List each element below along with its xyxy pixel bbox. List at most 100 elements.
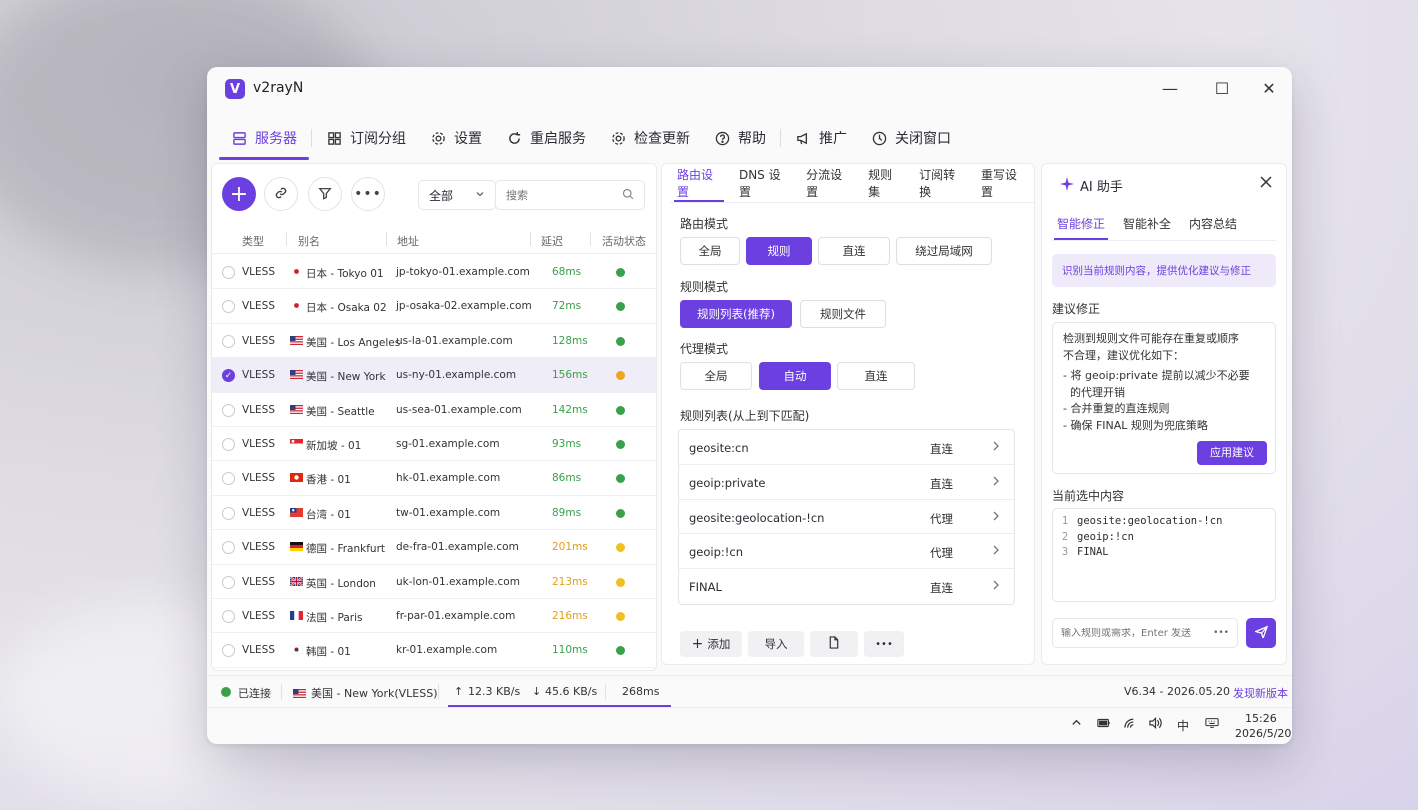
table-row[interactable]: VLESS 美国 - Seattle us-sea-01.example.com… (212, 393, 656, 427)
col-address[interactable]: 地址 (397, 233, 419, 249)
route-mode-option[interactable]: 全局 (680, 237, 740, 265)
rule-row[interactable]: geosite:geolocation-!cn 代理 (679, 500, 1014, 535)
menu-restart[interactable]: 重启服务 (494, 117, 598, 159)
ai-close-button[interactable] (1260, 176, 1272, 191)
table-row[interactable]: ✓ VLESS 美国 - New York us-ny-01.example.c… (212, 358, 656, 393)
menu-update-label: 检查更新 (634, 131, 690, 147)
close-button[interactable]: ✕ (1256, 76, 1282, 100)
col-type[interactable]: 类型 (242, 233, 264, 249)
search-input[interactable] (506, 188, 606, 202)
menu-subscriptions[interactable]: 订阅分组 (314, 117, 418, 159)
chat-input[interactable] (1061, 627, 1211, 639)
fr-flag-icon (290, 610, 303, 620)
filter-button[interactable] (308, 177, 342, 211)
row-type: VLESS (242, 266, 275, 278)
menu-servers[interactable]: 服务器 (219, 117, 309, 160)
proxy-mode-option[interactable]: 全局 (680, 362, 752, 390)
row-select-radio[interactable] (222, 644, 235, 658)
proxy-mode-option[interactable]: 自动 (759, 362, 831, 390)
filter-icon (318, 186, 332, 203)
ime-indicator[interactable]: 中 (1177, 717, 1189, 734)
suggest-text: 检测到规则文件可能存在重复或顺序 (1063, 332, 1239, 345)
us-flag-icon (290, 335, 303, 345)
link-button[interactable] (264, 177, 298, 211)
menu-settings[interactable]: 设置 (418, 117, 494, 159)
row-select-radio[interactable] (222, 403, 235, 417)
current-server[interactable]: 美国 - New York(VLESS) (311, 685, 437, 701)
row-select-radio[interactable] (222, 472, 235, 486)
table-row[interactable]: VLESS 日本 - Osaka 02 jp-osaka-02.example.… (212, 289, 656, 324)
clock-time[interactable]: 15:26 (1245, 712, 1277, 725)
menu-update[interactable]: 检查更新 (598, 117, 702, 159)
restart-icon (506, 130, 522, 146)
row-select-radio[interactable] (222, 575, 235, 589)
table-row[interactable]: VLESS 香港 - 01 hk-01.example.com 86ms (212, 461, 656, 496)
table-row[interactable]: VLESS 台湾 - 01 tw-01.example.com 89ms (212, 496, 656, 531)
row-address: jp-tokyo-01.example.com (396, 266, 530, 278)
group-filter-select[interactable]: 全部 (418, 180, 496, 210)
route-mode-option[interactable]: 绕过局域网 (896, 237, 992, 265)
col-latency[interactable]: 延迟 (541, 233, 563, 249)
more-actions-button[interactable]: ••• (864, 631, 904, 657)
table-row[interactable]: VLESS 韩国 - 01 kr-01.example.com 110ms (212, 633, 656, 668)
rule-row[interactable]: FINAL 直连 (679, 569, 1014, 604)
minimize-button[interactable]: — (1157, 76, 1183, 100)
row-select-radio[interactable] (222, 334, 235, 348)
row-select-radio[interactable] (222, 506, 235, 520)
battery-icon[interactable] (1097, 718, 1111, 731)
wifi-icon[interactable] (1124, 717, 1137, 732)
rule-mode-option[interactable]: 规则文件 (800, 300, 886, 328)
table-row[interactable]: VLESS 日本 - Tokyo 01 jp-tokyo-01.example.… (212, 255, 656, 290)
table-row[interactable]: VLESS 法国 - Paris fr-par-01.example.com 2… (212, 599, 656, 634)
routing-tab[interactable]: 分流设置 (797, 164, 859, 202)
rule-mode-option[interactable]: 规则列表(推荐) (680, 300, 792, 328)
row-latency: 128ms (552, 334, 588, 347)
maximize-button[interactable]: ☐ (1209, 76, 1235, 100)
clock-date[interactable]: 2026/5/20 (1235, 727, 1291, 740)
row-select-radio[interactable] (222, 300, 235, 314)
table-row[interactable]: VLESS 德国 - Frankfurt de-fra-01.example.c… (212, 530, 656, 565)
code-line: 1 geosite:geolocation-!cn (1053, 515, 1275, 531)
route-mode-option[interactable]: 直连 (818, 237, 890, 265)
menu-close-window[interactable]: 关闭窗口 (859, 117, 963, 159)
routing-tab[interactable]: 路由设置 (668, 164, 730, 202)
col-status[interactable]: 活动状态 (602, 233, 646, 249)
col-alias[interactable]: 别名 (298, 233, 320, 249)
new-version-link[interactable]: 发现新版本 (1233, 685, 1288, 701)
rule-row[interactable]: geoip:private 直连 (679, 465, 1014, 500)
add-rule-button[interactable]: + 添加 (680, 631, 742, 657)
routing-tab[interactable]: 订阅转换 (910, 164, 972, 202)
send-button[interactable] (1246, 618, 1276, 648)
chevron-up-icon[interactable] (1071, 717, 1082, 731)
ai-tab[interactable]: 智能补全 (1114, 206, 1180, 240)
table-row[interactable]: VLESS 美国 - Los Angeles us-la-01.example.… (212, 324, 656, 359)
ai-tab[interactable]: 智能修正 (1048, 206, 1114, 240)
menu-promote[interactable]: 推广 (783, 117, 859, 159)
route-mode-option[interactable]: 规则 (746, 237, 812, 265)
rule-row[interactable]: geoip:!cn 代理 (679, 534, 1014, 570)
row-select-radio[interactable] (222, 437, 235, 451)
routing-tab[interactable]: DNS 设置 (730, 164, 797, 202)
routing-tab[interactable]: 规则集 (859, 164, 910, 202)
proxy-mode-option[interactable]: 直连 (837, 362, 915, 390)
row-select-radio[interactable]: ✓ (222, 369, 235, 383)
volume-icon[interactable] (1149, 716, 1162, 732)
table-row[interactable]: VLESS 新加坡 - 01 sg-01.example.com 93ms (212, 427, 656, 462)
row-type: VLESS (242, 506, 275, 519)
more-dots-icon[interactable]: ••• (1213, 628, 1229, 638)
plus-icon: + (229, 181, 249, 207)
keyboard-icon[interactable] (1205, 717, 1219, 732)
rule-row[interactable]: geosite:cn 直连 (679, 430, 1014, 465)
more-button[interactable]: ••• (351, 177, 385, 211)
row-select-radio[interactable] (222, 266, 235, 279)
routing-tab[interactable]: 重写设置 (972, 164, 1034, 202)
ai-tab[interactable]: 内容总结 (1180, 206, 1246, 240)
table-row[interactable]: VLESS 英国 - London uk-lon-01.example.com … (212, 565, 656, 599)
row-select-radio[interactable] (222, 541, 235, 555)
row-select-radio[interactable] (222, 609, 235, 623)
apply-suggestion-button[interactable]: 应用建议 (1197, 441, 1267, 465)
file-button[interactable] (810, 631, 858, 657)
add-server-button[interactable]: + (222, 177, 256, 211)
import-rule-button[interactable]: 导入 (748, 631, 804, 657)
menu-help[interactable]: 帮助 (702, 117, 778, 159)
